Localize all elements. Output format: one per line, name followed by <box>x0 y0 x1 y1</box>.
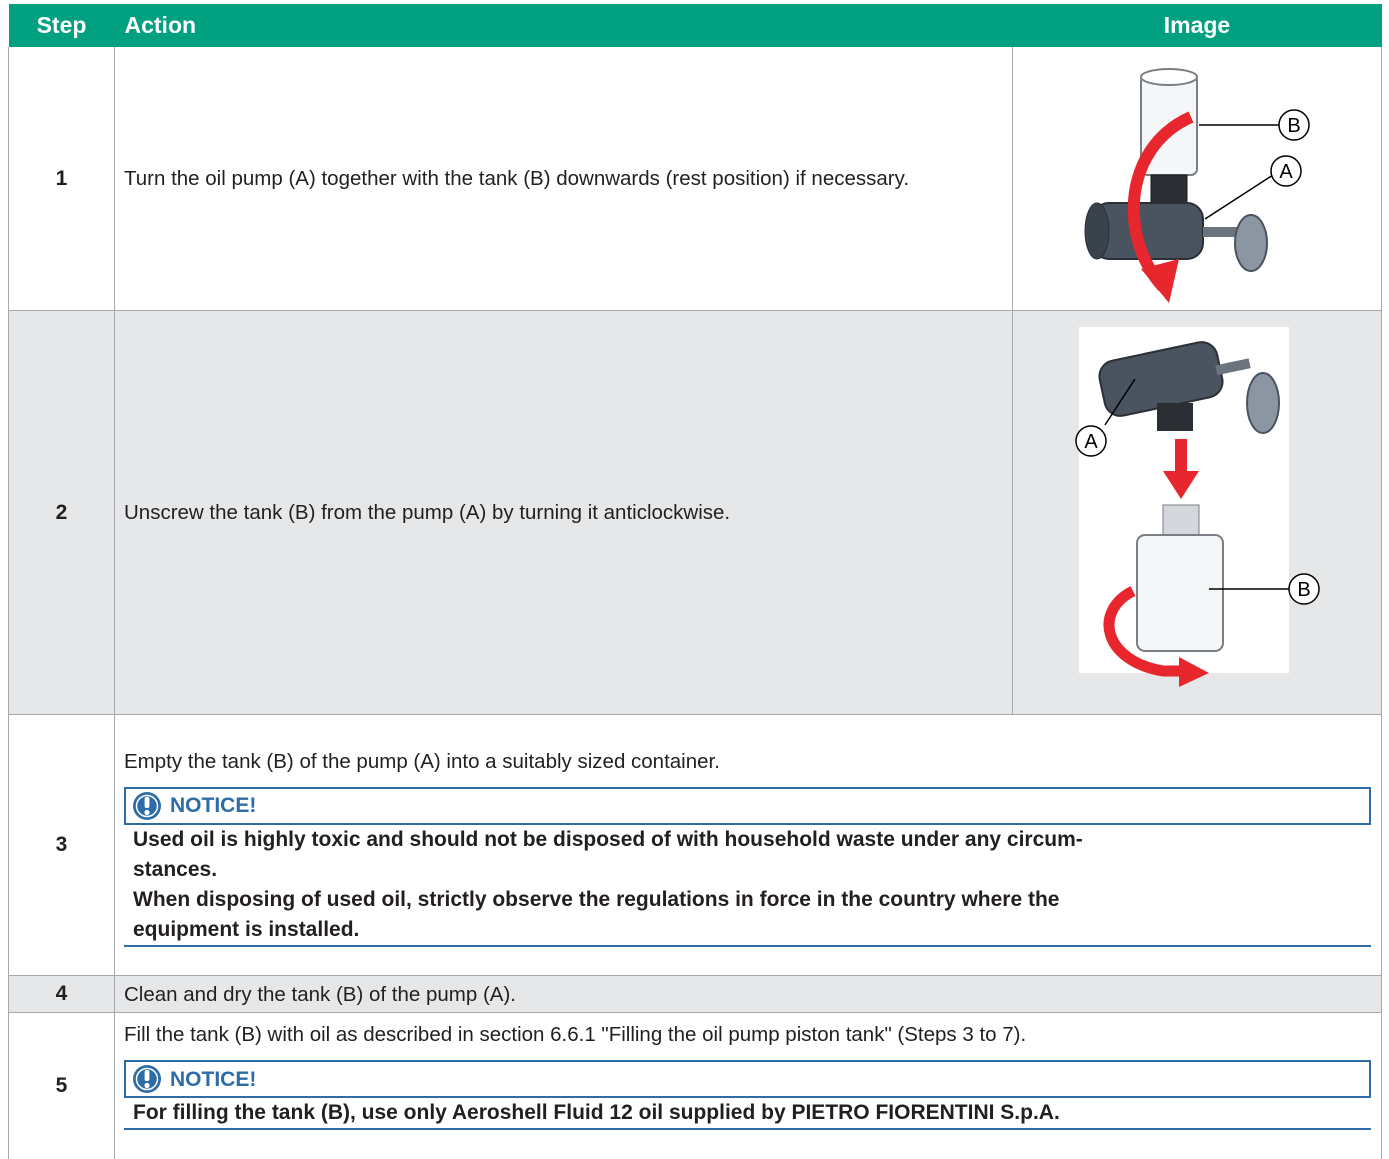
notice-line: equipment is installed. <box>133 917 360 941</box>
callout-a-label: A <box>1084 431 1098 453</box>
step-image-cell: A B <box>1012 310 1382 715</box>
step-action-text: Turn the oil pump (A) together with the … <box>114 47 1013 311</box>
notice-header: NOTICE! <box>124 786 1371 825</box>
step-number: 1 <box>8 47 115 311</box>
step-image-cell: B A <box>1012 47 1382 311</box>
pump-knob <box>1234 214 1268 272</box>
notice-line: Used oil is highly toxic and should not … <box>133 827 1083 851</box>
pump-rotate-illustration: B A <box>1084 68 1310 303</box>
exclamation-circle-icon <box>133 1065 161 1093</box>
callout-b-label: B <box>1297 579 1310 601</box>
pump-fitting <box>1157 403 1193 431</box>
step-number: 4 <box>8 975 115 1013</box>
pump-end <box>1084 202 1110 260</box>
notice-body: For filling the tank (B), use only Aeros… <box>124 1098 1371 1130</box>
header-action: Action <box>114 4 1013 47</box>
callout-b-label: B <box>1287 115 1300 137</box>
header-step: Step <box>8 4 115 47</box>
table-row: 1 Turn the oil pump (A) together with th… <box>8 47 1382 311</box>
table-row: 2 Unscrew the tank (B) from the pump (A)… <box>8 310 1382 715</box>
step-number: 2 <box>8 310 115 715</box>
notice-line: When disposing of used oil, strictly obs… <box>133 887 1060 911</box>
pump-knob <box>1246 372 1280 434</box>
step-action-text: Unscrew the tank (B) from the pump (A) b… <box>114 310 1013 715</box>
step-action-text: Empty the tank (B) of the pump (A) into … <box>124 749 720 773</box>
unscrew-tank-illustration: A B <box>1075 327 1320 687</box>
leader-line-a <box>1204 174 1274 220</box>
notice-body: Used oil is highly toxic and should not … <box>124 825 1371 947</box>
tank-top <box>1140 68 1198 86</box>
notice-line: For filling the tank (B), use only Aeros… <box>133 1101 1060 1124</box>
notice-header: NOTICE! <box>124 1060 1371 1098</box>
notice-title: NOTICE! <box>170 1067 257 1091</box>
table-row: 4 Clean and dry the tank (B) of the pump… <box>8 975 1382 1013</box>
notice-line: stances. <box>133 857 218 881</box>
step-action-cell: Empty the tank (B) of the pump (A) into … <box>114 714 1382 976</box>
table-row: 5 Fill the tank (B) with oil as describe… <box>8 1012 1382 1159</box>
step-number: 3 <box>8 714 115 976</box>
table-row: 3 Empty the tank (B) of the pump (A) int… <box>8 714 1382 976</box>
exclamation-circle-icon <box>133 791 161 820</box>
procedure-table-page: Step Action Image 1 Turn the oil pump (A… <box>8 4 1382 1159</box>
tank-body <box>1136 534 1224 652</box>
step-action-cell: Fill the tank (B) with oil as described … <box>114 1012 1382 1159</box>
table-header-row: Step Action Image <box>8 4 1382 47</box>
header-image: Image <box>1012 4 1382 47</box>
callout-a-label: A <box>1279 161 1293 183</box>
step-number: 5 <box>8 1012 115 1159</box>
procedure-table: Step Action Image 1 Turn the oil pump (A… <box>8 4 1382 1159</box>
notice-title: NOTICE! <box>170 794 257 817</box>
tank-neck <box>1162 504 1200 536</box>
step-action-text: Clean and dry the tank (B) of the pump (… <box>114 975 1382 1013</box>
step-action-text: Fill the tank (B) with oil as described … <box>124 1023 1027 1046</box>
